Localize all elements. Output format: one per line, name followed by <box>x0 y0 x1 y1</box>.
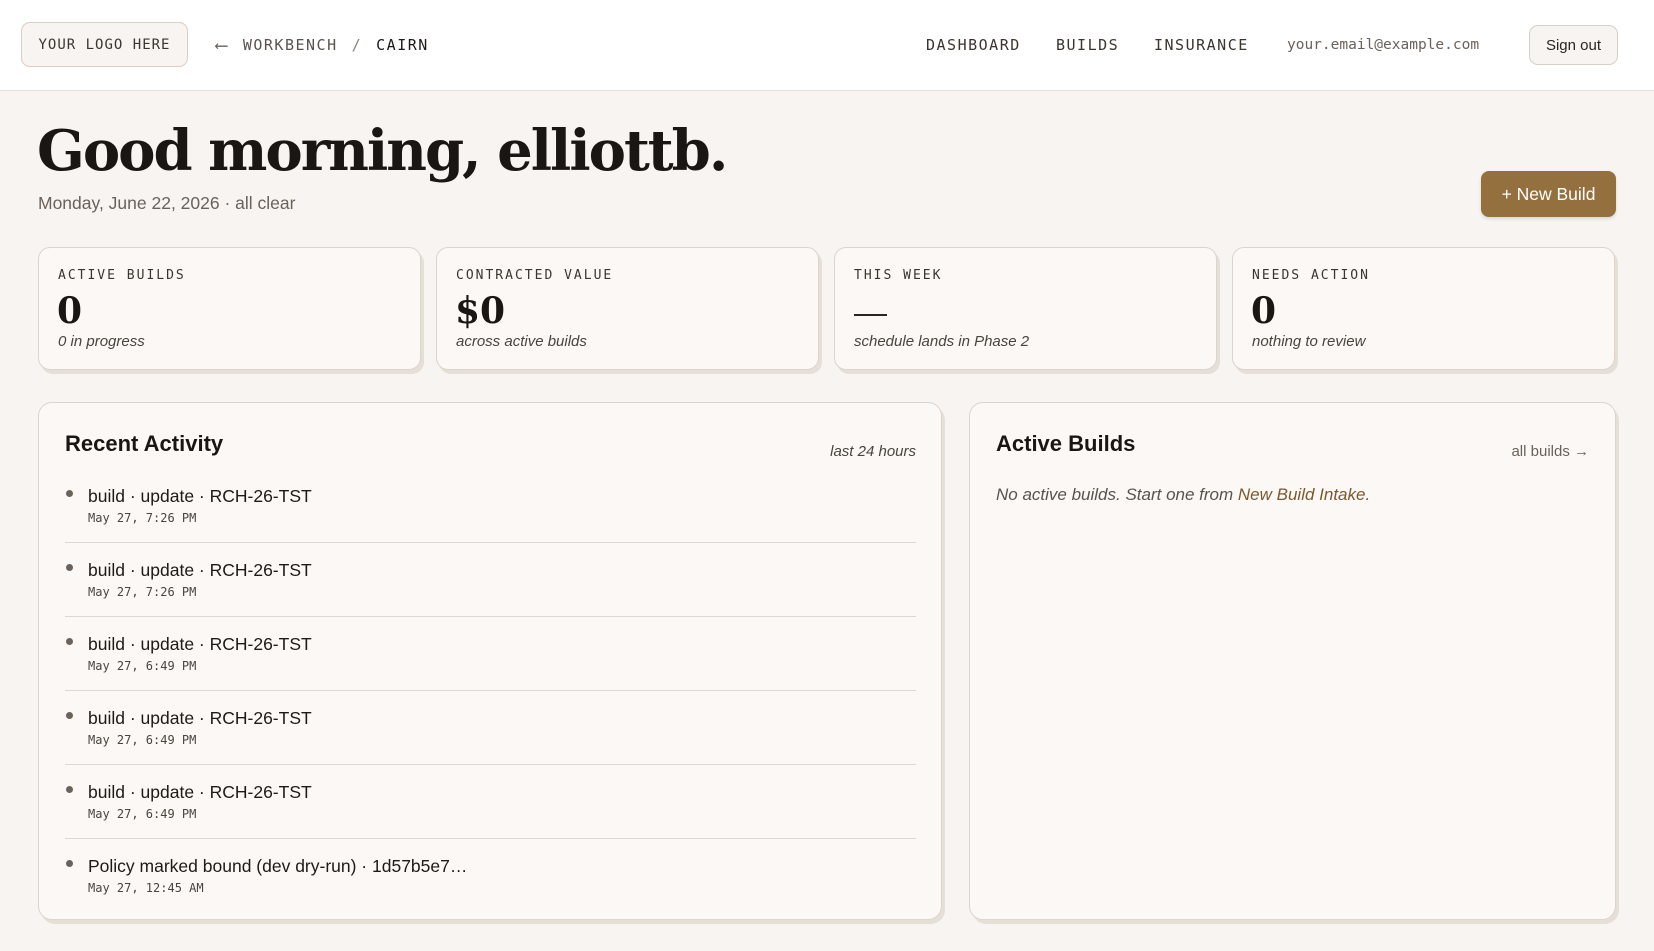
breadcrumb-separator: / <box>351 36 363 54</box>
breadcrumb-workbench[interactable]: WORKBENCH <box>243 36 338 54</box>
activity-title: Policy marked bound (dev dry-run) · 1d57… <box>88 856 468 876</box>
activity-item[interactable]: Policy marked bound (dev dry-run) · 1d57… <box>65 839 916 913</box>
activity-time: May 27, 6:49 PM <box>88 733 197 747</box>
breadcrumb: ⟵ WORKBENCH / CAIRN <box>216 30 429 60</box>
panel-title: Active Builds <box>996 431 1136 456</box>
activity-time: May 27, 12:45 AM <box>88 881 204 895</box>
stat-value: 0 <box>1251 290 1277 332</box>
active-builds-panel: Active Builds all builds → No active bui… <box>969 402 1616 920</box>
activity-item[interactable]: build · update · RCH-26-TST May 27, 6:49… <box>65 765 916 839</box>
bullet-dot-icon <box>66 638 73 645</box>
page-subtitle: Monday, June 22, 2026 · all clear <box>38 193 296 213</box>
panel-title: Recent Activity <box>65 431 224 456</box>
activity-title: build · update · RCH-26-TST <box>88 560 312 580</box>
stat-label: CONTRACTED VALUE <box>456 268 614 283</box>
back-arrow-icon[interactable]: ⟵ <box>216 35 227 56</box>
new-build-button[interactable]: + New Build <box>1481 171 1616 217</box>
stat-value: $0 <box>455 290 506 332</box>
logo-button[interactable]: YOUR LOGO HERE <box>21 22 188 67</box>
stat-note: 0 in progress <box>58 333 145 350</box>
activity-list: build · update · RCH-26-TST May 27, 7:26… <box>65 469 916 913</box>
activity-title: build · update · RCH-26-TST <box>88 708 312 728</box>
activity-time: May 27, 7:26 PM <box>88 511 197 525</box>
empty-state-text: No active builds. Start one from <box>996 485 1238 504</box>
user-email: your.email@example.com <box>1287 37 1480 53</box>
stat-value-dash <box>854 314 887 316</box>
activity-item[interactable]: build · update · RCH-26-TST May 27, 6:49… <box>65 617 916 691</box>
stat-note: across active builds <box>456 333 587 350</box>
stat-card-contracted-value: CONTRACTED VALUE $0 across active builds <box>436 247 819 370</box>
stat-label: NEEDS ACTION <box>1252 268 1370 283</box>
stat-label: ACTIVE BUILDS <box>58 268 186 283</box>
activity-time: May 27, 6:49 PM <box>88 659 197 673</box>
breadcrumb-current: CAIRN <box>376 36 429 54</box>
bullet-dot-icon <box>66 490 73 497</box>
activity-title: build · update · RCH-26-TST <box>88 782 312 802</box>
stat-note: nothing to review <box>1252 333 1366 350</box>
new-build-intake-link[interactable]: New Build Intake <box>1238 485 1366 504</box>
activity-time: May 27, 6:49 PM <box>88 807 197 821</box>
top-bar: YOUR LOGO HERE ⟵ WORKBENCH / CAIRN DASHB… <box>0 0 1654 91</box>
activity-item[interactable]: build · update · RCH-26-TST May 27, 6:49… <box>65 691 916 765</box>
stat-value: 0 <box>57 290 83 332</box>
stat-card-this-week: THIS WEEK schedule lands in Phase 2 <box>834 247 1217 370</box>
nav-dashboard[interactable]: DASHBOARD <box>926 36 1021 54</box>
bullet-dot-icon <box>66 860 73 867</box>
nav-insurance[interactable]: INSURANCE <box>1154 36 1249 54</box>
stat-card-needs-action: NEEDS ACTION 0 nothing to review <box>1232 247 1615 370</box>
panel-meta: last 24 hours <box>830 443 916 460</box>
activity-title: build · update · RCH-26-TST <box>88 486 312 506</box>
activity-item[interactable]: build · update · RCH-26-TST May 27, 7:26… <box>65 543 916 617</box>
stat-label: THIS WEEK <box>854 268 943 283</box>
stat-card-active-builds: ACTIVE BUILDS 0 0 in progress <box>38 247 421 370</box>
recent-activity-panel: Recent Activity last 24 hours build · up… <box>38 402 942 920</box>
activity-item[interactable]: build · update · RCH-26-TST May 27, 7:26… <box>65 469 916 543</box>
bullet-dot-icon <box>66 564 73 571</box>
stat-note: schedule lands in Phase 2 <box>854 333 1030 350</box>
page-title: Good morning, elliottb. <box>37 118 728 184</box>
bullet-dot-icon <box>66 786 73 793</box>
bullet-dot-icon <box>66 712 73 719</box>
empty-state-message: No active builds. Start one from New Bui… <box>996 485 1370 505</box>
nav-builds[interactable]: BUILDS <box>1056 36 1119 54</box>
activity-title: build · update · RCH-26-TST <box>88 634 312 654</box>
sign-out-button[interactable]: Sign out <box>1529 25 1618 65</box>
empty-state-period: . <box>1365 485 1371 504</box>
activity-time: May 27, 7:26 PM <box>88 585 197 599</box>
all-builds-link[interactable]: all builds → <box>1511 443 1589 460</box>
